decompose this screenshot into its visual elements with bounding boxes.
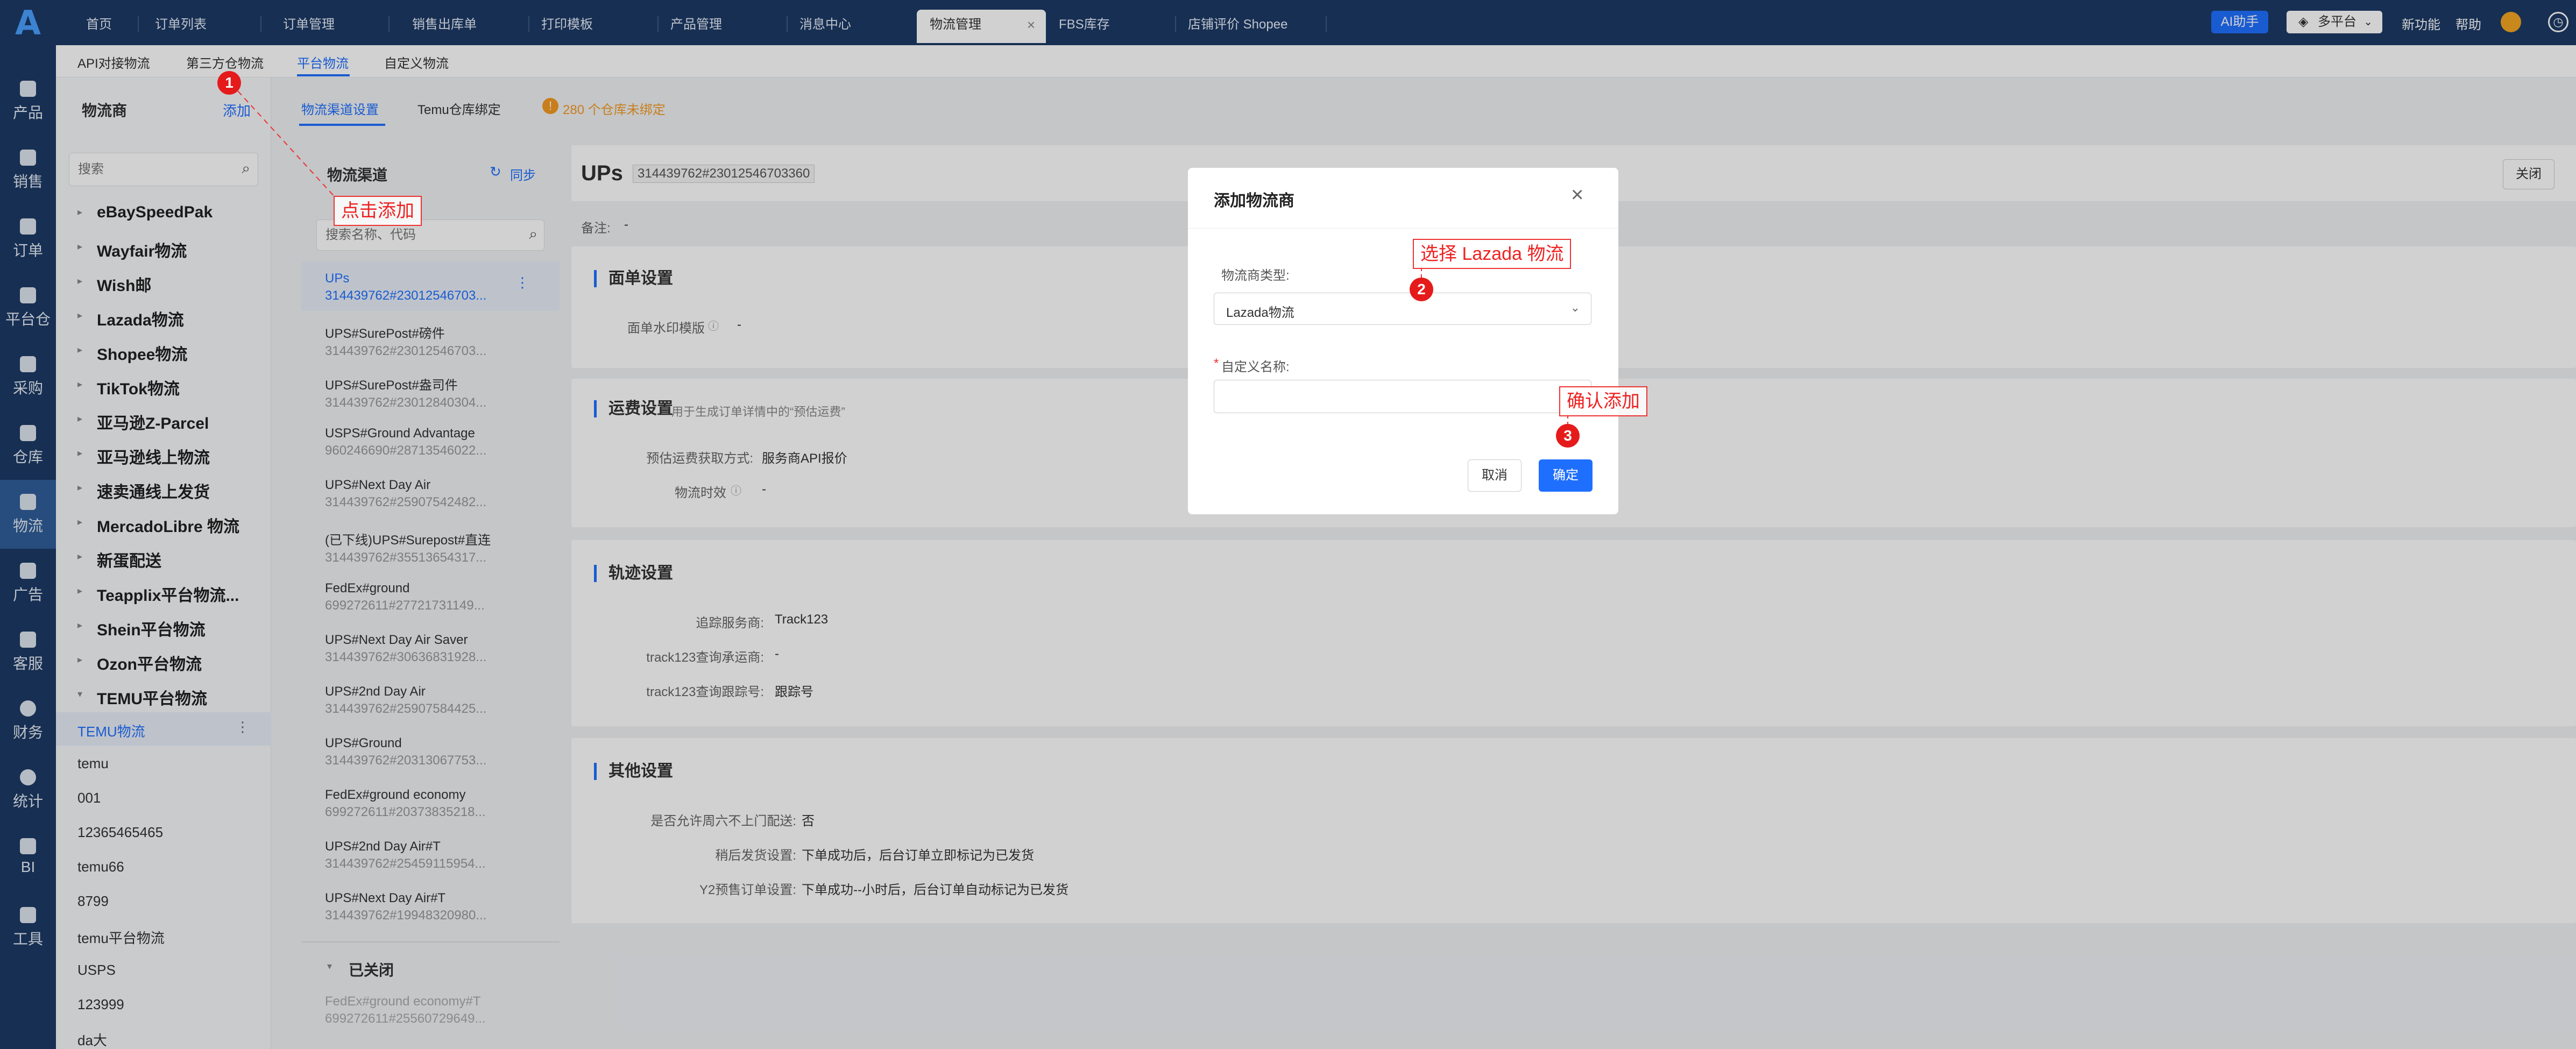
annotation-click-add: 点击添加 [334,196,422,226]
step-marker-1: 1 [217,71,241,95]
annotation-lines [231,83,1568,425]
step-marker-3: 3 [1556,424,1580,448]
annotation-confirm-add: 确认添加 [1559,386,1647,416]
annotation-line [231,83,336,199]
annotation-select-lazada: 选择 Lazada 物流 [1413,239,1572,269]
step-marker-2: 2 [1410,278,1433,301]
